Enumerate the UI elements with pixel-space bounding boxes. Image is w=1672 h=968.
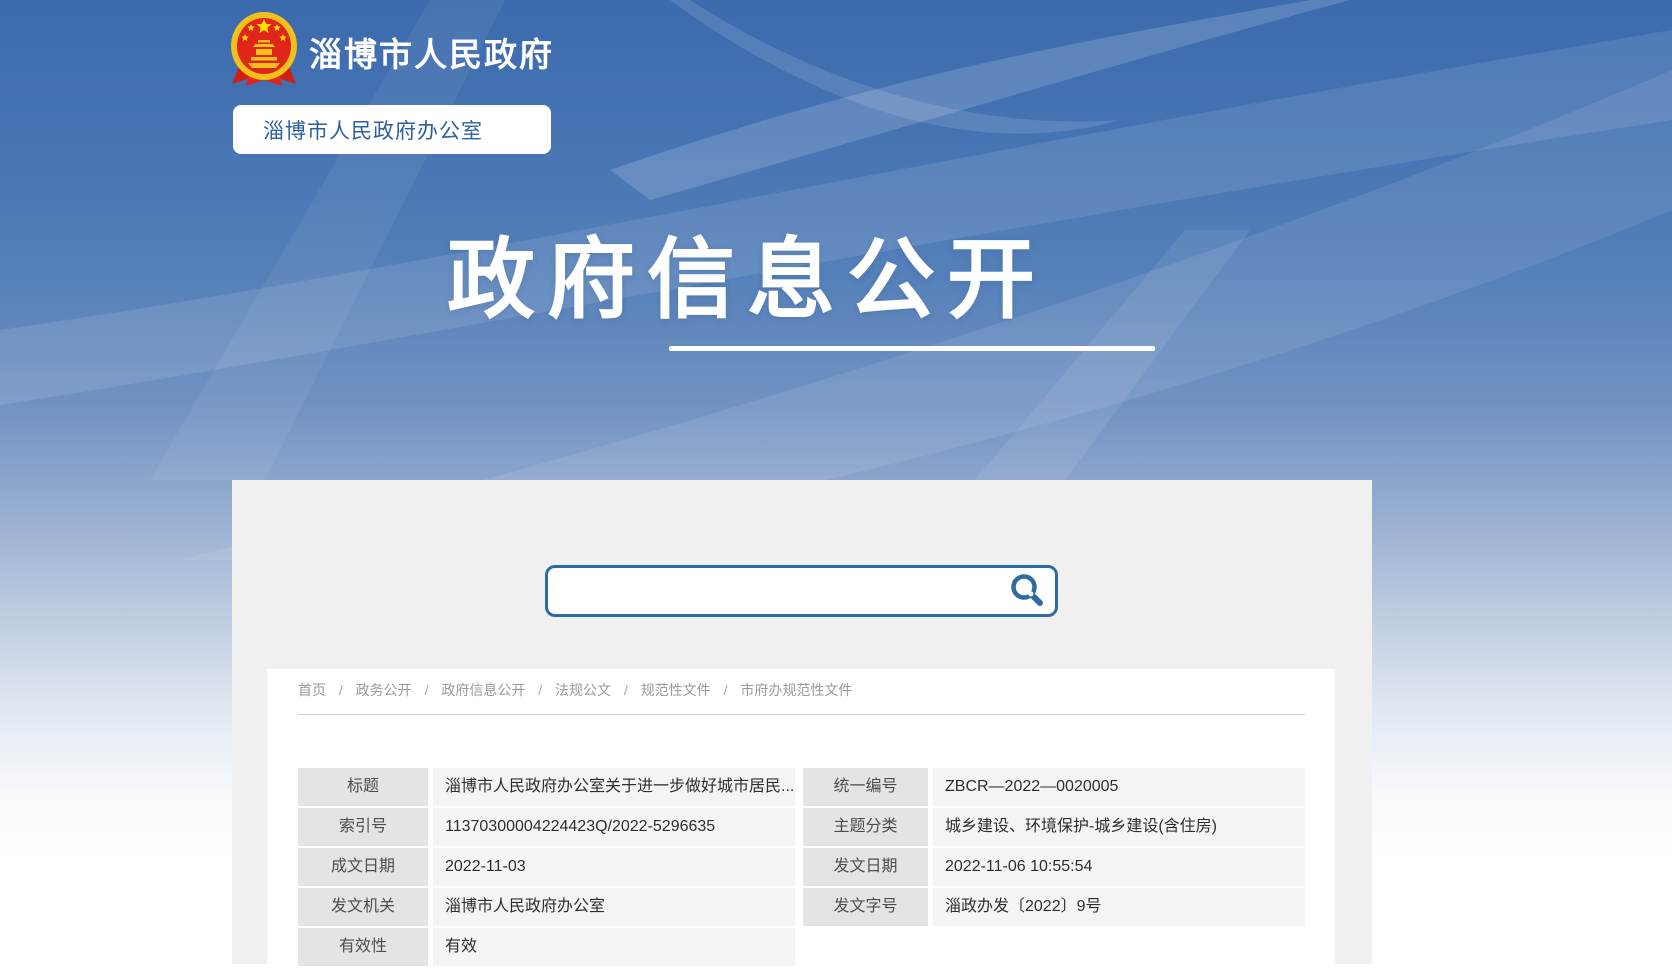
search-icon <box>1009 573 1045 609</box>
table-row-unified-number: 统一编号 ZBCR—2022—0020005 <box>803 768 1305 806</box>
validity-value: 有效 <box>433 928 795 966</box>
search-box <box>545 565 1058 617</box>
topic-category-value: 城乡建设、环境保护-城乡建设(含住房) <box>933 808 1305 846</box>
breadcrumb-item-current: 市府办规范性文件 <box>740 682 852 698</box>
document-number-value: 淄政办发〔2022〕9号 <box>933 888 1305 926</box>
index-number-label: 索引号 <box>298 808 428 846</box>
unified-number-label: 统一编号 <box>803 768 928 806</box>
search-input[interactable] <box>562 570 1002 612</box>
breadcrumb-separator: / <box>425 682 429 698</box>
office-badge[interactable]: 淄博市人民政府办公室 <box>233 105 551 154</box>
table-row-index-number: 索引号 11370300004224423Q/2022-5296635 <box>298 808 795 846</box>
document-number-label: 发文字号 <box>803 888 928 926</box>
breadcrumb-separator: / <box>339 682 343 698</box>
written-date-value: 2022-11-03 <box>433 848 795 886</box>
search-button[interactable] <box>1009 573 1045 609</box>
breadcrumb-item-guifanxing[interactable]: 规范性文件 <box>641 682 711 698</box>
issuing-agency-value: 淄博市人民政府办公室 <box>433 888 795 926</box>
document-info-right-column: 统一编号 ZBCR—2022—0020005 主题分类 城乡建设、环境保护-城乡… <box>803 768 1305 928</box>
breadcrumb: 首页 / 政务公开 / 政府信息公开 / 法规公文 / 规范性文件 / 市府办规… <box>298 680 1305 700</box>
breadcrumb-separator: / <box>538 682 542 698</box>
page-title-underline <box>669 346 1155 351</box>
breadcrumb-separator: / <box>724 682 728 698</box>
topic-category-label: 主题分类 <box>803 808 928 846</box>
breadcrumb-item-xinxigongkai[interactable]: 政府信息公开 <box>441 682 525 698</box>
title-label: 标题 <box>298 768 428 806</box>
page-title: 政府信息公开 <box>447 232 1047 329</box>
table-row-title: 标题 淄博市人民政府办公室关于进一步做好城市居民... <box>298 768 795 806</box>
breadcrumb-divider <box>298 714 1305 715</box>
table-row-written-date: 成文日期 2022-11-03 <box>298 848 795 886</box>
title-value[interactable]: 淄博市人民政府办公室关于进一步做好城市居民... <box>433 768 795 806</box>
table-row-document-number: 发文字号 淄政办发〔2022〕9号 <box>803 888 1305 926</box>
table-row-validity: 有效性 有效 <box>298 928 795 966</box>
publish-date-value: 2022-11-06 10:55:54 <box>933 848 1305 886</box>
breadcrumb-separator: / <box>624 682 628 698</box>
table-row-topic-category: 主题分类 城乡建设、环境保护-城乡建设(含住房) <box>803 808 1305 846</box>
index-number-value: 11370300004224423Q/2022-5296635 <box>433 808 795 846</box>
document-info-left-column: 标题 淄博市人民政府办公室关于进一步做好城市居民... 索引号 11370300… <box>298 768 795 968</box>
breadcrumb-item-home[interactable]: 首页 <box>298 682 326 698</box>
table-row-issuing-agency: 发文机关 淄博市人民政府办公室 <box>298 888 795 926</box>
breadcrumb-item-zhengwu[interactable]: 政务公开 <box>356 682 412 698</box>
validity-label: 有效性 <box>298 928 428 966</box>
written-date-label: 成文日期 <box>298 848 428 886</box>
breadcrumb-item-fagui[interactable]: 法规公文 <box>555 682 611 698</box>
publish-date-label: 发文日期 <box>803 848 928 886</box>
office-badge-label: 淄博市人民政府办公室 <box>263 115 483 145</box>
site-title: 淄博市人民政府 <box>309 28 554 76</box>
china-national-emblem-icon <box>228 8 300 88</box>
table-row-publish-date: 发文日期 2022-11-06 10:55:54 <box>803 848 1305 886</box>
unified-number-value: ZBCR—2022—0020005 <box>933 768 1305 806</box>
issuing-agency-label: 发文机关 <box>298 888 428 926</box>
